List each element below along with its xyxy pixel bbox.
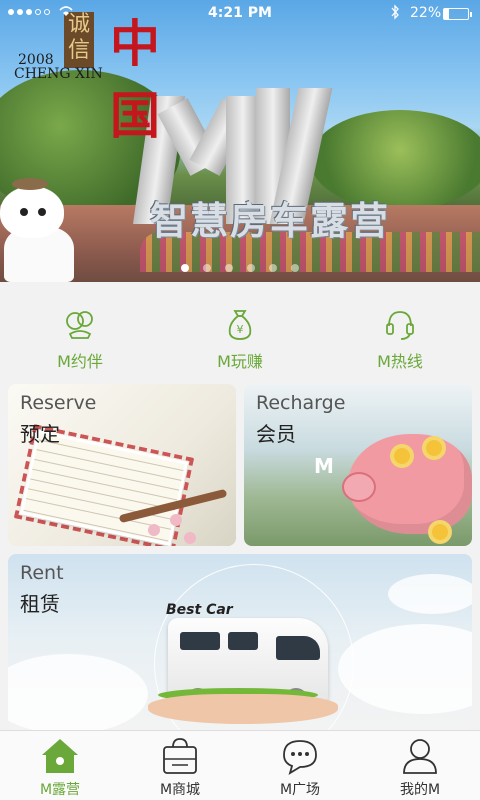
pager-dot[interactable] bbox=[181, 264, 189, 272]
quick-action-label: M玩赚 bbox=[217, 352, 263, 371]
pager-dot[interactable] bbox=[203, 264, 211, 272]
carousel-pager[interactable] bbox=[0, 264, 480, 272]
bottom-tab-bar: M露营 M商城 M广场 我的M bbox=[0, 730, 480, 800]
quick-actions: M约伴 ¥ M玩赚 M热线 bbox=[0, 282, 480, 380]
tab-label: 我的M bbox=[399, 782, 441, 798]
shopping-bag-icon bbox=[163, 738, 197, 774]
quick-action-hotline[interactable]: M热线 bbox=[320, 282, 480, 380]
quick-action-label: M热线 bbox=[377, 352, 423, 371]
quick-action-friends[interactable]: M约伴 bbox=[0, 282, 160, 380]
recharge-title-en: Recharge bbox=[256, 392, 346, 414]
pager-dot[interactable] bbox=[247, 264, 255, 272]
money-bag-icon: ¥ bbox=[228, 310, 252, 340]
tab-label: M商城 bbox=[159, 782, 201, 798]
tab-camping[interactable]: M露营 bbox=[0, 731, 120, 800]
tab-profile[interactable]: 我的M bbox=[360, 731, 480, 800]
friends-icon bbox=[66, 311, 93, 339]
pager-dot[interactable] bbox=[291, 264, 299, 272]
bluetooth-icon bbox=[390, 4, 400, 24]
rent-card[interactable]: Best Car Rent 租赁 bbox=[8, 554, 472, 730]
quick-action-earn[interactable]: ¥ M玩赚 bbox=[160, 282, 320, 380]
reserve-card[interactable]: Reserve 预定 bbox=[8, 384, 236, 546]
pager-dot[interactable] bbox=[225, 264, 233, 272]
recharge-card[interactable]: M Recharge 会员 bbox=[244, 384, 472, 546]
envelope-illustration bbox=[23, 433, 185, 543]
battery-percent: 22% bbox=[410, 5, 442, 21]
status-bar: 4:21 PM 22% bbox=[0, 0, 480, 28]
battery-icon bbox=[443, 8, 472, 20]
chat-icon bbox=[283, 740, 317, 775]
hand-illustration bbox=[148, 694, 338, 724]
tab-mall[interactable]: M商城 bbox=[120, 731, 240, 800]
tab-label: M露营 bbox=[39, 782, 81, 798]
logo-name: CHENG XIN bbox=[14, 66, 103, 82]
headset-icon bbox=[386, 311, 414, 340]
recharge-title-zh: 会员 bbox=[256, 422, 296, 446]
svg-text:¥: ¥ bbox=[237, 323, 244, 336]
home-icon bbox=[42, 739, 78, 773]
tab-plaza[interactable]: M广场 bbox=[240, 731, 360, 800]
user-icon bbox=[403, 739, 437, 774]
status-time: 4:21 PM bbox=[208, 5, 272, 21]
reserve-title-en: Reserve bbox=[20, 392, 97, 414]
rent-title-zh: 租赁 bbox=[20, 592, 60, 616]
reserve-title-zh: 预定 bbox=[20, 422, 60, 446]
best-car-badge: Best Car bbox=[166, 602, 233, 618]
rent-title-en: Rent bbox=[20, 562, 64, 584]
tab-label: M广场 bbox=[279, 782, 321, 798]
pager-dot[interactable] bbox=[269, 264, 277, 272]
banner-sign-text: 智慧房车露营 bbox=[150, 199, 391, 243]
banner-carousel[interactable]: 智慧房车露营 诚信 中国 2008 CHENG XIN bbox=[0, 0, 480, 282]
quick-action-label: M约伴 bbox=[57, 352, 103, 371]
